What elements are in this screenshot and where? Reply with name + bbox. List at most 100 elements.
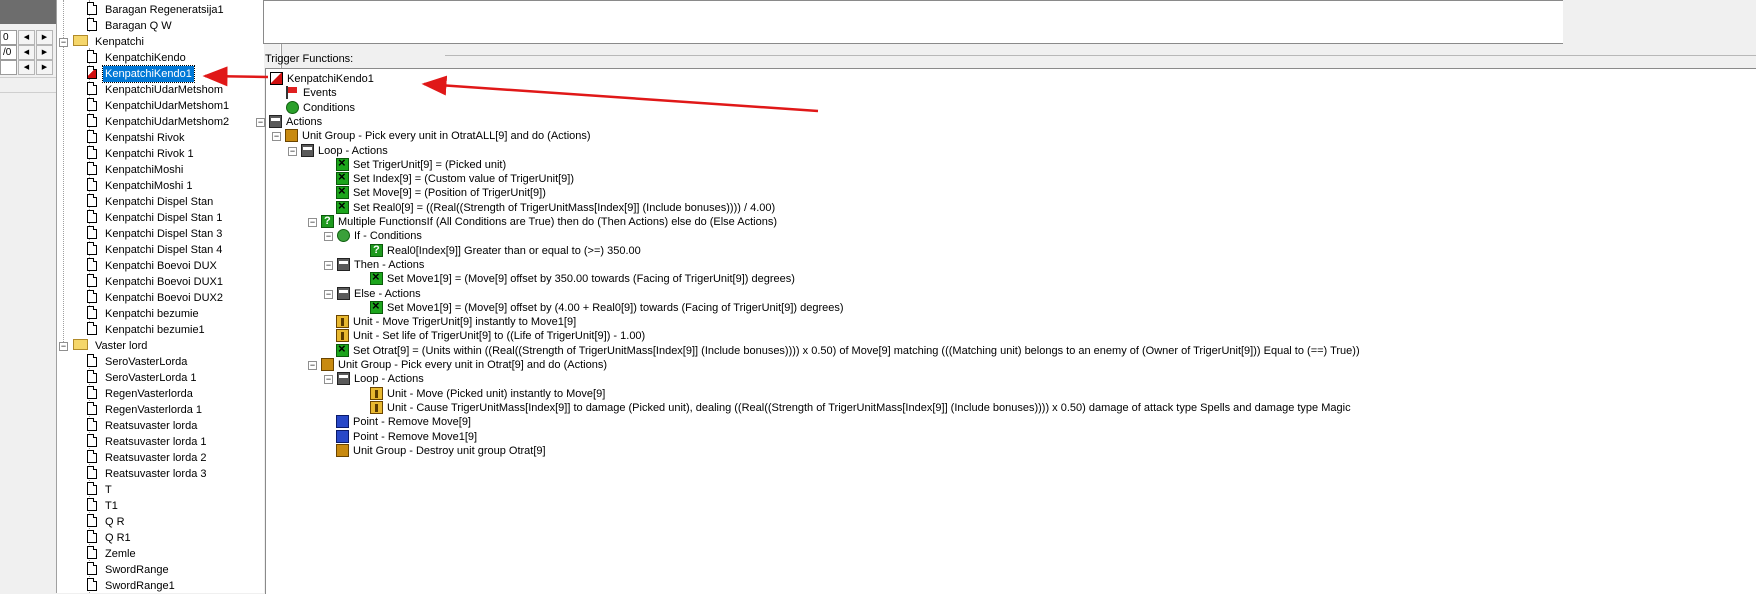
unit-group-icon: [321, 358, 334, 371]
trigger-icon: [87, 434, 97, 447]
tree-item[interactable]: SeroVasterLorda: [87, 354, 189, 370]
trigger-functions-tree[interactable]: KenpatchiKendo1 Events Conditions − Actions −…: [256, 68, 1756, 594]
actions-icon: [269, 114, 282, 128]
tree-item-label: Kenpatchi Rivok 1: [105, 148, 194, 160]
tree-item[interactable]: T: [87, 482, 114, 498]
function-row[interactable]: Unit - Cause TrigerUnitMass[Index[9]] to…: [370, 400, 1351, 415]
collapse-icon[interactable]: −: [59, 38, 68, 47]
tree-item[interactable]: Kenpatchi Dispel Stan: [87, 194, 215, 210]
tree-item[interactable]: KenpatchiUdarMetshom1: [87, 98, 231, 114]
trigger-icon: [87, 482, 97, 495]
comment-scrollbar[interactable]: [1563, 0, 1581, 44]
tree-item[interactable]: KenpatchiKendo: [87, 50, 188, 66]
tree-item-label: Baragan Regeneratsija1: [105, 4, 224, 16]
function-row[interactable]: Set Otrat[9] = (Units within ((Real((Str…: [336, 342, 1360, 358]
tree-item[interactable]: Reatsuvaster lorda 2: [87, 450, 209, 466]
trigger-icon: [87, 130, 97, 143]
tree-item[interactable]: KenpatchiUdarMetshom: [87, 82, 225, 98]
collapse-icon[interactable]: −: [324, 289, 333, 299]
tree-item[interactable]: Baragan Q W: [87, 18, 174, 34]
function-row[interactable]: Unit - Move (Picked unit) instantly to M…: [370, 386, 605, 401]
tree-item[interactable]: KenpatchiMoshi: [87, 162, 185, 178]
tree-item[interactable]: T1: [87, 498, 120, 514]
function-row[interactable]: Set Move1[9] = (Move[9] offset by (4.00 …: [370, 299, 844, 315]
collapse-icon[interactable]: −: [308, 361, 317, 370]
comment-pane[interactable]: [263, 0, 1565, 44]
function-row[interactable]: Set Real0[9] = ((Real((Strength of Trige…: [336, 199, 775, 215]
collapse-icon[interactable]: −: [256, 117, 265, 127]
tree-item-label: Kenpatchi Boevoi DUX: [105, 260, 217, 272]
function-row[interactable]: Point - Remove Move[9]: [336, 415, 471, 429]
tree-item[interactable]: Kenpatchi bezumie: [87, 306, 201, 322]
trigger-tree-panel[interactable]: Baragan Regeneratsija1 Baragan Q W − Kenpat…: [56, 0, 282, 593]
collapse-icon[interactable]: −: [324, 375, 333, 385]
function-row[interactable]: Unit - Move TrigerUnit[9] instantly to M…: [336, 315, 576, 329]
collapse-icon[interactable]: −: [59, 342, 68, 351]
function-row[interactable]: KenpatchiKendo1: [270, 72, 374, 86]
tree-item-label: Kenpatchi Boevoi DUX1: [105, 276, 224, 288]
function-row[interactable]: Unit - Set life of TrigerUnit[9] to ((Li…: [336, 329, 645, 343]
tree-item[interactable]: Reatsuvaster lorda 1: [87, 434, 209, 450]
tree-item[interactable]: Kenpatshi Rivok: [87, 130, 187, 146]
tree-item[interactable]: Zemle: [87, 546, 138, 562]
spin-left-icon[interactable]: ◀: [18, 45, 35, 60]
tree-item[interactable]: Reatsuvaster lorda 3: [87, 466, 209, 482]
function-row[interactable]: Conditions: [286, 100, 355, 115]
collapse-icon[interactable]: −: [308, 218, 317, 227]
tree-item[interactable]: RegenVasterlorda 1: [87, 402, 204, 418]
collapse-icon[interactable]: −: [324, 232, 333, 242]
tree-item[interactable]: Kenpatchi bezumie1: [87, 322, 207, 338]
collapse-icon[interactable]: −: [324, 260, 333, 270]
function-row[interactable]: Unit Group - Destroy unit group Otrat[9]: [336, 443, 546, 458]
function-row[interactable]: − Unit Group - Pick every unit in Otrat[9…: [308, 358, 607, 372]
function-row[interactable]: − Actions: [256, 114, 322, 129]
function-row[interactable]: Set Move[9] = (Position of TrigerUnit[9]…: [336, 184, 546, 200]
tree-item[interactable]: SwordRange: [87, 562, 171, 578]
spinner-field-1[interactable]: 0 ◀ ▶: [0, 30, 54, 45]
function-row[interactable]: Set TrigerUnit[9] = (Picked unit): [336, 156, 506, 172]
tree-item[interactable]: Kenpatchi Dispel Stan 3: [87, 226, 224, 242]
function-row[interactable]: − If - Conditions: [324, 229, 422, 243]
tree-item[interactable]: SeroVasterLorda 1: [87, 370, 199, 386]
tree-folder[interactable]: − Vaster lord: [59, 338, 149, 354]
tree-item[interactable]: KenpatchiMoshi 1: [87, 178, 194, 194]
function-text: Set Move1[9] = (Move[9] offset by 350.00…: [387, 273, 795, 286]
tree-item[interactable]: KenpatchiUdarMetshom2: [87, 114, 231, 130]
tree-item[interactable]: Kenpatchi Dispel Stan 1: [87, 210, 224, 226]
function-row[interactable]: Point - Remove Move1[9]: [336, 429, 477, 444]
tree-item[interactable]: RegenVasterlorda: [87, 386, 195, 402]
spin-right-icon[interactable]: ▶: [36, 60, 53, 75]
tree-item-label: KenpatchiMoshi: [105, 164, 184, 176]
function-row[interactable]: − Loop - Actions: [324, 372, 424, 386]
tree-item[interactable]: Kenpatchi Boevoi DUX: [87, 258, 219, 274]
function-row[interactable]: Real0[Index[9]] Greater than or equal to…: [370, 243, 641, 258]
if-conditions-icon: [337, 229, 350, 243]
tree-item[interactable]: Kenpatchi Dispel Stan 4: [87, 242, 224, 258]
tree-item[interactable]: Baragan Regeneratsija1: [87, 2, 226, 18]
tree-item[interactable]: Kenpatchi Boevoi DUX2: [87, 290, 225, 306]
collapse-icon[interactable]: −: [272, 132, 281, 142]
spin-left-icon[interactable]: ◀: [18, 30, 35, 45]
spinner-field-2[interactable]: /0 ◀ ▶: [0, 45, 54, 60]
tree-item[interactable]: KenpatchiKendo1: [87, 65, 195, 83]
tree-item[interactable]: Q R: [87, 514, 127, 530]
function-row[interactable]: − Multiple FunctionsIf (All Conditions ar…: [308, 214, 777, 229]
function-row[interactable]: − Unit Group - Pick every unit in OtratAL…: [272, 129, 591, 143]
collapse-icon[interactable]: −: [288, 146, 297, 156]
spinner-value[interactable]: [0, 60, 17, 75]
spin-right-icon[interactable]: ▶: [36, 45, 53, 60]
function-row[interactable]: Set Move1[9] = (Move[9] offset by 350.00…: [370, 270, 795, 286]
tree-item[interactable]: Kenpatchi Rivok 1: [87, 146, 196, 162]
tree-item[interactable]: Reatsuvaster lorda: [87, 418, 199, 434]
function-row[interactable]: Events: [286, 86, 337, 100]
function-row[interactable]: Set Index[9] = (Custom value of TrigerUn…: [336, 170, 574, 186]
tree-folder[interactable]: − Kenpatchi: [59, 34, 146, 50]
spin-left-icon[interactable]: ◀: [18, 60, 35, 75]
spinner-value[interactable]: /0: [0, 45, 17, 60]
tree-item[interactable]: SwordRange1: [87, 578, 177, 593]
spinner-field-3[interactable]: ◀ ▶: [0, 60, 54, 75]
tree-item[interactable]: Kenpatchi Boevoi DUX1: [87, 274, 225, 290]
spinner-value[interactable]: 0: [0, 30, 17, 45]
spin-right-icon[interactable]: ▶: [36, 30, 53, 45]
tree-item[interactable]: Q R1: [87, 530, 133, 546]
